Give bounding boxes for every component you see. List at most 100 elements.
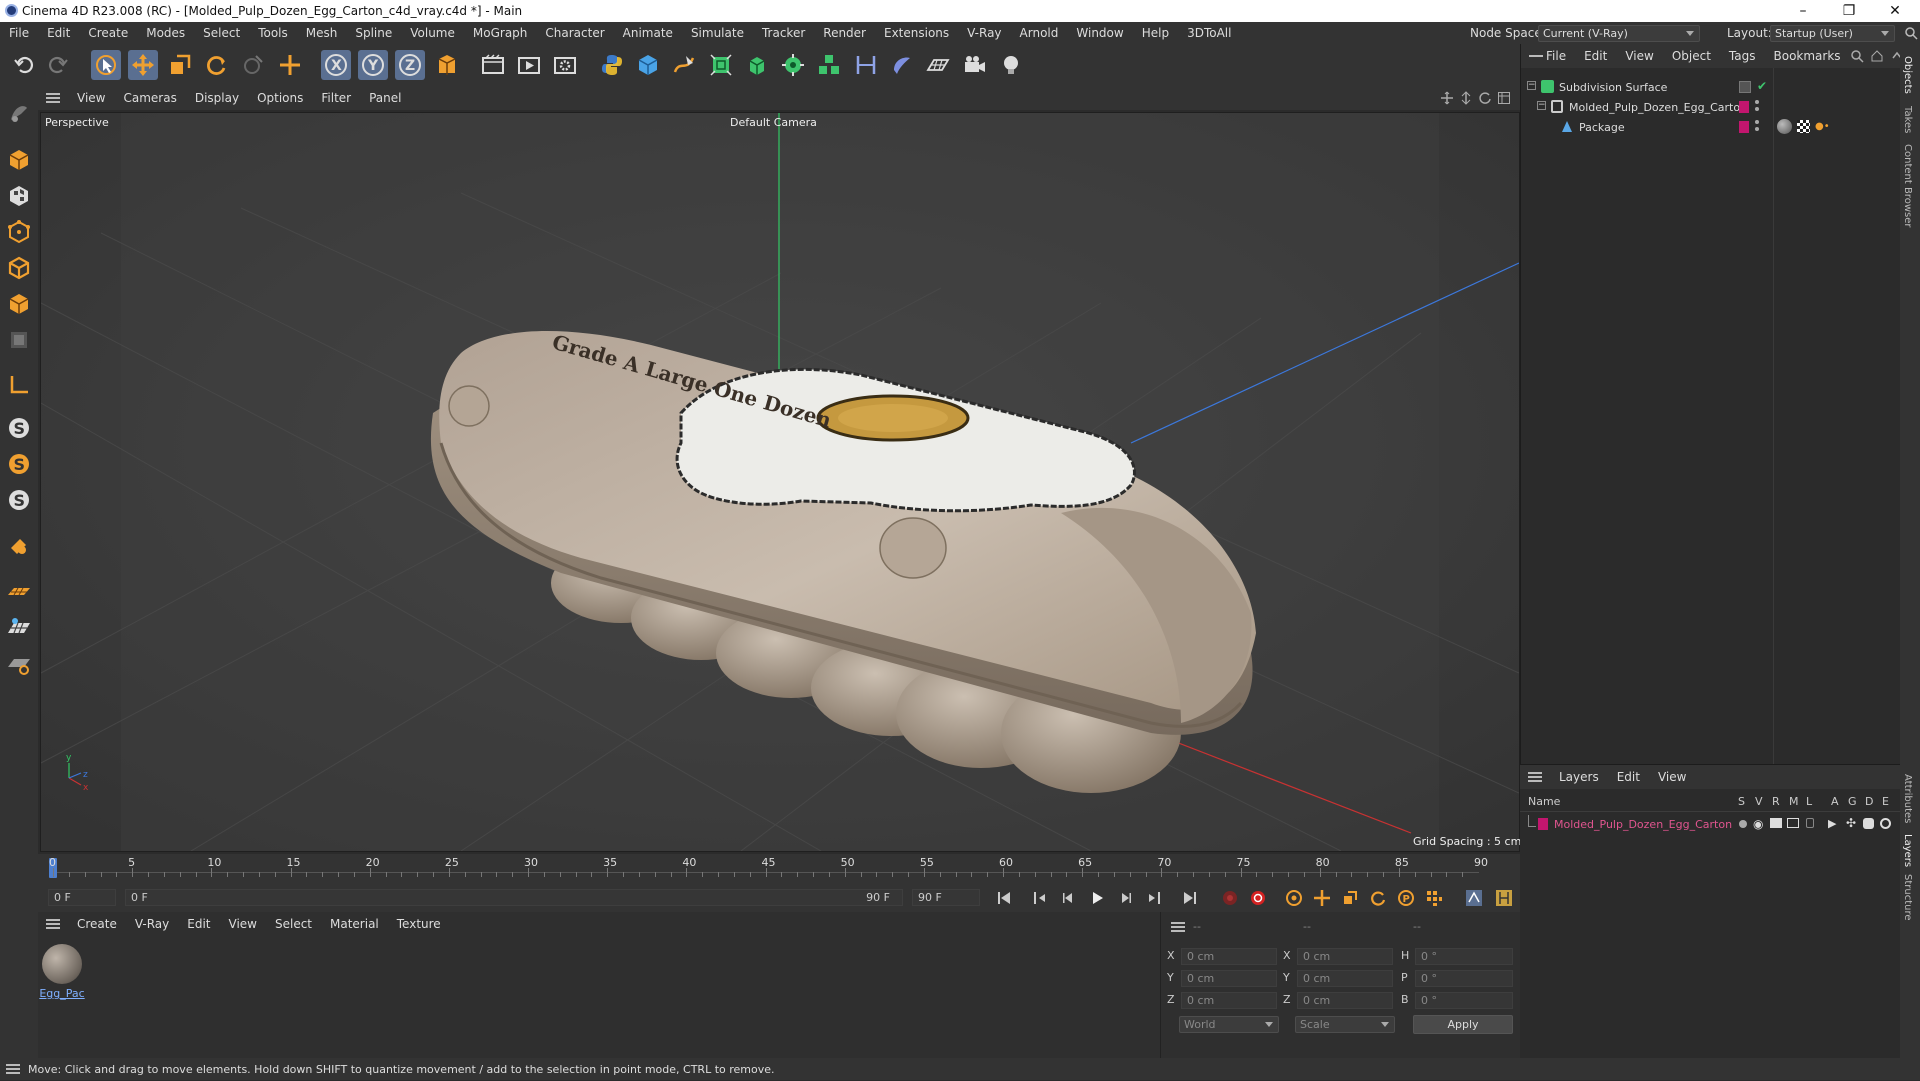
redo-icon[interactable] (42, 50, 72, 80)
menu-animate[interactable]: Animate (614, 26, 682, 40)
object-menu-edit[interactable]: Edit (1575, 49, 1616, 63)
object-row-package[interactable]: Package ●• (1521, 118, 1901, 136)
menu-extensions[interactable]: Extensions (875, 26, 958, 40)
perspective-viewport[interactable]: Grade A Large One Dozen y z x (40, 112, 1520, 852)
menu-arnold[interactable]: Arnold (1011, 26, 1068, 40)
size-y-field[interactable]: 0 cm (1297, 970, 1393, 987)
rot-b-field[interactable]: 0 ° (1415, 992, 1513, 1009)
locked-workplane-icon[interactable] (4, 649, 34, 679)
object-menu-tags[interactable]: Tags (1720, 49, 1765, 63)
layer-menu-edit[interactable]: Edit (1608, 770, 1649, 784)
coordinate-system-icon[interactable] (432, 50, 462, 80)
side-tab-content-browser[interactable]: Content Browser (1902, 144, 1913, 227)
coordinates-hamburger-icon[interactable] (1171, 922, 1185, 932)
timeline-ruler[interactable]: 0 5 10 15 20 25 30 35 40 45 50 55 60 65 70 75 80 85 90 (38, 854, 1520, 882)
point-mode-icon[interactable] (4, 217, 34, 247)
viewport-camera-name[interactable]: Default Camera (730, 116, 817, 129)
previous-frame-icon[interactable] (1058, 888, 1078, 908)
layout-dropdown[interactable]: Startup (User) (1770, 25, 1895, 42)
layer-color-swatch[interactable] (1739, 121, 1749, 133)
extrude-generator-icon[interactable] (742, 50, 772, 80)
render-view-icon[interactable] (478, 50, 508, 80)
object-search-icon[interactable] (1850, 49, 1864, 63)
layer-row[interactable]: Molded_Pulp_Dozen_Egg_Carton ◉ ▶ ✣ (1520, 815, 1900, 833)
create-tool-icon[interactable] (275, 50, 305, 80)
viewport-menu-view[interactable]: View (68, 91, 114, 105)
menu-window[interactable]: Window (1067, 26, 1132, 40)
expand-toggle-icon[interactable]: − (1537, 101, 1546, 110)
coordinate-system-dropdown[interactable]: World (1179, 1016, 1279, 1033)
menu-volume[interactable]: Volume (401, 26, 464, 40)
maximize-view-icon[interactable] (1497, 91, 1511, 105)
layer-color-swatch[interactable] (1739, 101, 1749, 113)
status-hamburger-icon[interactable] (6, 1064, 20, 1074)
key-scale-icon[interactable] (1340, 888, 1360, 908)
menu-mesh[interactable]: Mesh (297, 26, 347, 40)
menu-tools[interactable]: Tools (249, 26, 297, 40)
menu-help[interactable]: Help (1133, 26, 1178, 40)
polygon-pen-icon[interactable] (238, 50, 268, 80)
live-selection-icon[interactable] (91, 50, 121, 80)
layer-menu-layers[interactable]: Layers (1550, 770, 1608, 784)
node-space-dropdown[interactable]: Current (V-Ray) (1538, 25, 1700, 42)
go-to-end-icon[interactable] (1180, 888, 1200, 908)
side-tab-objects[interactable]: Objects (1902, 56, 1913, 94)
material-menu-material[interactable]: Material (321, 917, 388, 931)
object-menu-view[interactable]: View (1616, 49, 1662, 63)
object-menu-bookmarks[interactable]: Bookmarks (1765, 49, 1850, 63)
layer-render-icon[interactable] (1770, 818, 1782, 828)
menu-mograph[interactable]: MoGraph (464, 26, 537, 40)
next-key-icon[interactable] (1144, 888, 1164, 908)
layer-solo-toggle[interactable] (1739, 820, 1747, 828)
menu-3dtoall[interactable]: 3DToAll (1178, 26, 1240, 40)
field-icon[interactable] (887, 50, 917, 80)
side-tab-structure[interactable]: Structure (1902, 874, 1913, 921)
texture-mode-icon[interactable] (4, 181, 34, 211)
object-home-icon[interactable] (1870, 49, 1884, 63)
menu-tracker[interactable]: Tracker (753, 26, 814, 40)
material-menu-select[interactable]: Select (266, 917, 321, 931)
layer-expression-icon[interactable] (1880, 818, 1891, 829)
transform-mode-dropdown[interactable]: Scale (1295, 1016, 1395, 1033)
rot-p-field[interactable]: 0 ° (1415, 970, 1513, 987)
layer-lock-icon[interactable] (1806, 818, 1814, 828)
floor-environment-icon[interactable] (923, 50, 953, 80)
menu-select[interactable]: Select (194, 26, 249, 40)
subdivision-surface-icon[interactable] (706, 50, 736, 80)
camera-icon[interactable] (960, 50, 990, 80)
previous-key-icon[interactable] (1030, 888, 1050, 908)
material-menu-vray[interactable]: V-Ray (126, 917, 178, 931)
editor-visibility-icon[interactable] (1739, 81, 1751, 93)
symmetry-icon[interactable]: S (4, 485, 34, 515)
cloner-icon[interactable] (778, 50, 808, 80)
make-editable-icon[interactable] (4, 98, 34, 128)
render-settings-icon[interactable] (550, 50, 580, 80)
timeline-schematic-icon[interactable] (1464, 888, 1484, 908)
close-button[interactable]: ✕ (1872, 0, 1918, 22)
current-frame-field[interactable]: 0 F (48, 889, 116, 906)
rotate-view-icon[interactable] (1478, 91, 1492, 105)
menu-create[interactable]: Create (79, 26, 137, 40)
z-axis-lock-icon[interactable]: Z (395, 50, 425, 80)
timeline-layout-icon[interactable] (1494, 888, 1514, 908)
material-swatch-egg-pac[interactable] (42, 944, 82, 984)
layer-hamburger-icon[interactable] (1528, 772, 1542, 782)
uv-mode-icon[interactable] (4, 325, 34, 355)
soft-selection-icon[interactable]: S (4, 449, 34, 479)
workplane-icon[interactable] (4, 577, 34, 607)
viewport-hamburger-icon[interactable] (46, 93, 60, 103)
material-hamburger-icon[interactable] (46, 919, 60, 929)
pos-y-field[interactable]: 0 cm (1181, 970, 1277, 987)
y-axis-lock-icon[interactable]: Y (358, 50, 388, 80)
key-rotation-icon[interactable] (1368, 888, 1388, 908)
viewport-menu-cameras[interactable]: Cameras (114, 91, 185, 105)
viewport-menu-filter[interactable]: Filter (312, 91, 360, 105)
zoom-view-icon[interactable] (1459, 91, 1473, 105)
tweak-mode-icon[interactable] (4, 531, 34, 561)
side-tab-layers[interactable]: Layers (1902, 834, 1913, 867)
move-tool-icon[interactable] (128, 50, 158, 80)
layer-deformer-icon[interactable] (1863, 818, 1874, 829)
viewport-menu-display[interactable]: Display (186, 91, 248, 105)
mograph-cubes-icon[interactable] (814, 50, 844, 80)
rot-h-field[interactable]: 0 ° (1415, 948, 1513, 965)
